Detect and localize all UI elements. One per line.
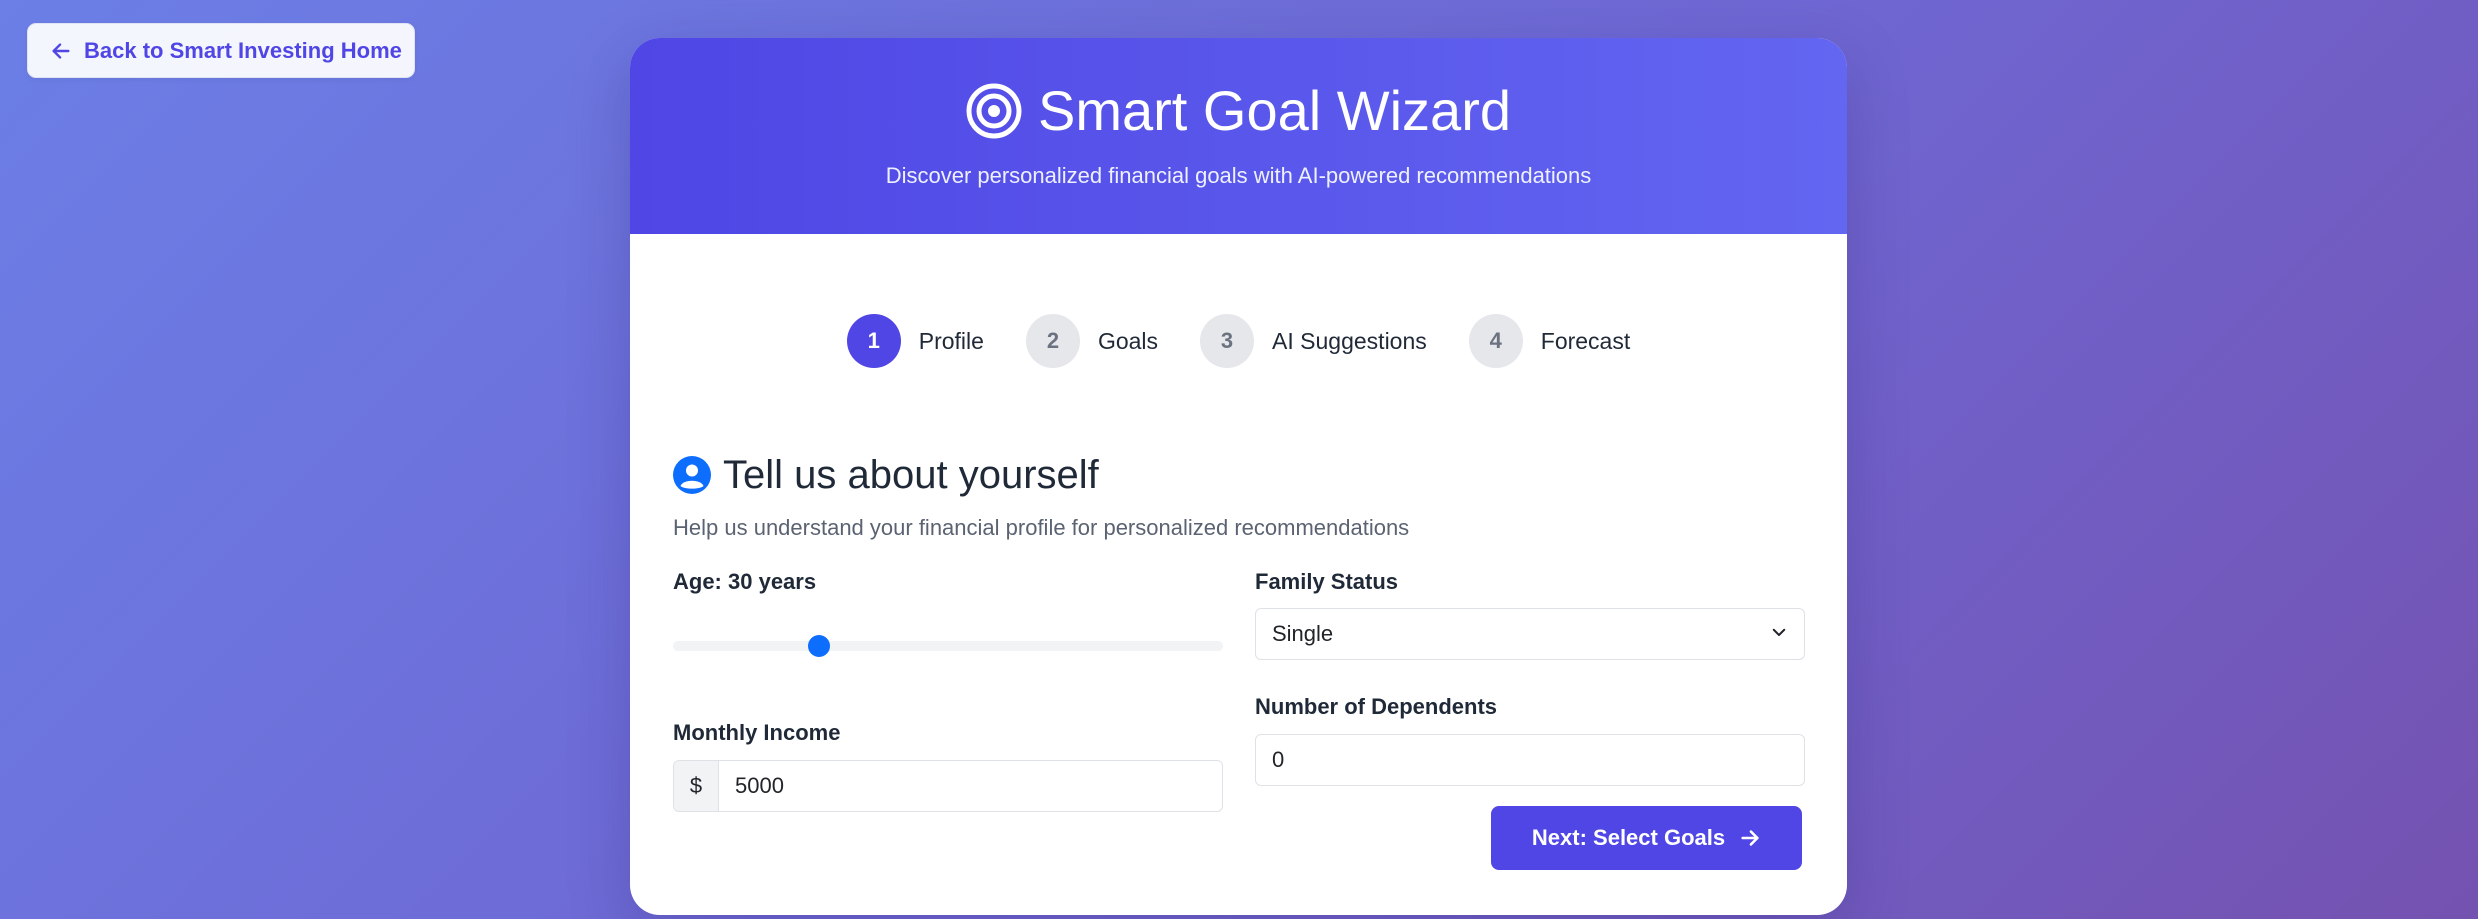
currency-prefix: $ (674, 761, 719, 811)
step-forecast[interactable]: 4 Forecast (1468, 314, 1631, 368)
monthly-income-field[interactable]: $ 5000 (673, 760, 1223, 812)
dependents-input[interactable]: 0 (1255, 734, 1805, 786)
step-profile[interactable]: 1 Profile (846, 314, 984, 368)
page-title-text: Smart Goal Wizard (1038, 79, 1511, 142)
dependents-label: Number of Dependents (1255, 694, 1498, 719)
next-button-label: Next: Select Goals (1531, 825, 1726, 850)
step-label: Goals (1097, 327, 1159, 354)
step-number: 2 (1025, 314, 1080, 368)
step-label: Profile (918, 327, 984, 354)
section-title-text: Tell us about yourself (723, 453, 1099, 497)
wizard-steps: 1 Profile 2 Goals 3 AI Suggestions 4 For… (630, 314, 1847, 368)
wizard-card: Smart Goal Wizard Discover personalized … (630, 38, 1847, 915)
monthly-income-label: Monthly Income (673, 720, 841, 745)
step-ai-suggestions[interactable]: 3 AI Suggestions (1200, 314, 1427, 368)
chevron-down-icon (1770, 621, 1788, 647)
back-to-home-button[interactable]: Back to Smart Investing Home (27, 23, 415, 78)
next-select-goals-button[interactable]: Next: Select Goals (1491, 806, 1802, 870)
age-slider[interactable] (673, 635, 1223, 657)
wizard-header: Smart Goal Wizard Discover personalized … (630, 38, 1847, 234)
monthly-income-input[interactable]: 5000 (719, 773, 1222, 799)
back-button-label: Back to Smart Investing Home (84, 37, 402, 63)
arrow-left-icon (50, 40, 72, 62)
dependents-value: 0 (1272, 747, 1285, 772)
user-circle-icon (673, 456, 711, 494)
step-label: Forecast (1540, 327, 1631, 354)
family-status-label: Family Status (1255, 569, 1399, 594)
family-status-select[interactable]: Single (1255, 608, 1805, 660)
age-label: Age: 30 years (673, 569, 817, 594)
page-title: Smart Goal Wizard (630, 79, 1847, 143)
page-subtitle: Discover personalized financial goals wi… (885, 163, 1592, 188)
age-slider-thumb[interactable] (807, 635, 830, 657)
step-number: 4 (1468, 314, 1523, 368)
step-label: AI Suggestions (1272, 327, 1427, 354)
bullseye-icon (966, 83, 1022, 139)
arrow-right-icon (1739, 827, 1761, 849)
profile-section: Tell us about yourself Help us understan… (673, 450, 1805, 541)
step-number: 1 (846, 314, 901, 368)
section-title: Tell us about yourself (673, 450, 1805, 500)
step-goals[interactable]: 2 Goals (1025, 314, 1159, 368)
family-status-value: Single (1272, 621, 1334, 646)
section-description: Help us understand your financial profil… (673, 515, 1410, 540)
step-number: 3 (1200, 314, 1255, 368)
